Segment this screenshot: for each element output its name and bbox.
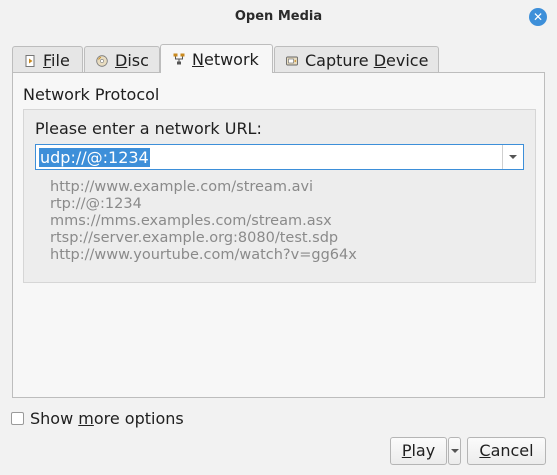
show-more-options-label[interactable]: Show more options xyxy=(30,409,184,428)
network-url-combobox[interactable]: udp://@:1234 xyxy=(35,144,524,170)
chevron-down-icon[interactable] xyxy=(502,145,523,169)
url-example: http://www.yourtube.com/watch?v=gg64x xyxy=(50,247,357,263)
network-icon xyxy=(173,53,185,65)
close-button[interactable]: ✕ xyxy=(529,8,547,26)
show-more-options-checkbox[interactable] xyxy=(11,412,24,425)
tab-file-label: File xyxy=(43,51,70,70)
network-url-label: Please enter a network URL: xyxy=(35,119,262,138)
network-tab-panel: Network Protocol Please enter a network … xyxy=(12,72,545,398)
tab-network[interactable]: Network xyxy=(160,44,273,73)
url-example: http://www.example.com/stream.avi xyxy=(50,179,314,195)
tab-capture-device[interactable]: Capture Device xyxy=(274,46,439,72)
url-examples-list: http://www.example.com/stream.avi rtp://… xyxy=(50,179,357,264)
play-options-dropdown-button[interactable] xyxy=(448,437,461,465)
url-example: rtp://@:1234 xyxy=(50,196,142,212)
network-url-input[interactable]: udp://@:1234 xyxy=(39,148,150,167)
network-protocol-group: Please enter a network URL: udp://@:1234… xyxy=(23,109,536,283)
tab-capture-device-label: Capture Device xyxy=(305,51,429,70)
disc-icon xyxy=(96,55,108,67)
file-icon xyxy=(25,55,35,67)
title-bar: Open Media ✕ xyxy=(0,0,557,34)
play-button[interactable]: Play xyxy=(390,437,447,465)
cancel-button[interactable]: Cancel xyxy=(467,437,546,465)
url-example: mms://mms.examples.com/stream.asx xyxy=(50,213,332,229)
close-icon: ✕ xyxy=(532,10,544,24)
tab-network-label: Network xyxy=(192,50,259,69)
tab-disc[interactable]: Disc xyxy=(84,46,160,72)
url-example: rtsp://server.example.org:8080/test.sdp xyxy=(50,230,339,246)
tab-file[interactable]: File xyxy=(12,46,83,72)
network-protocol-title: Network Protocol xyxy=(23,85,160,104)
window-title: Open Media xyxy=(234,9,323,24)
capture-device-icon xyxy=(286,56,298,66)
tab-disc-label: Disc xyxy=(115,51,149,70)
open-media-dialog: Open Media ✕ File Disc Network Capture D… xyxy=(0,0,557,475)
